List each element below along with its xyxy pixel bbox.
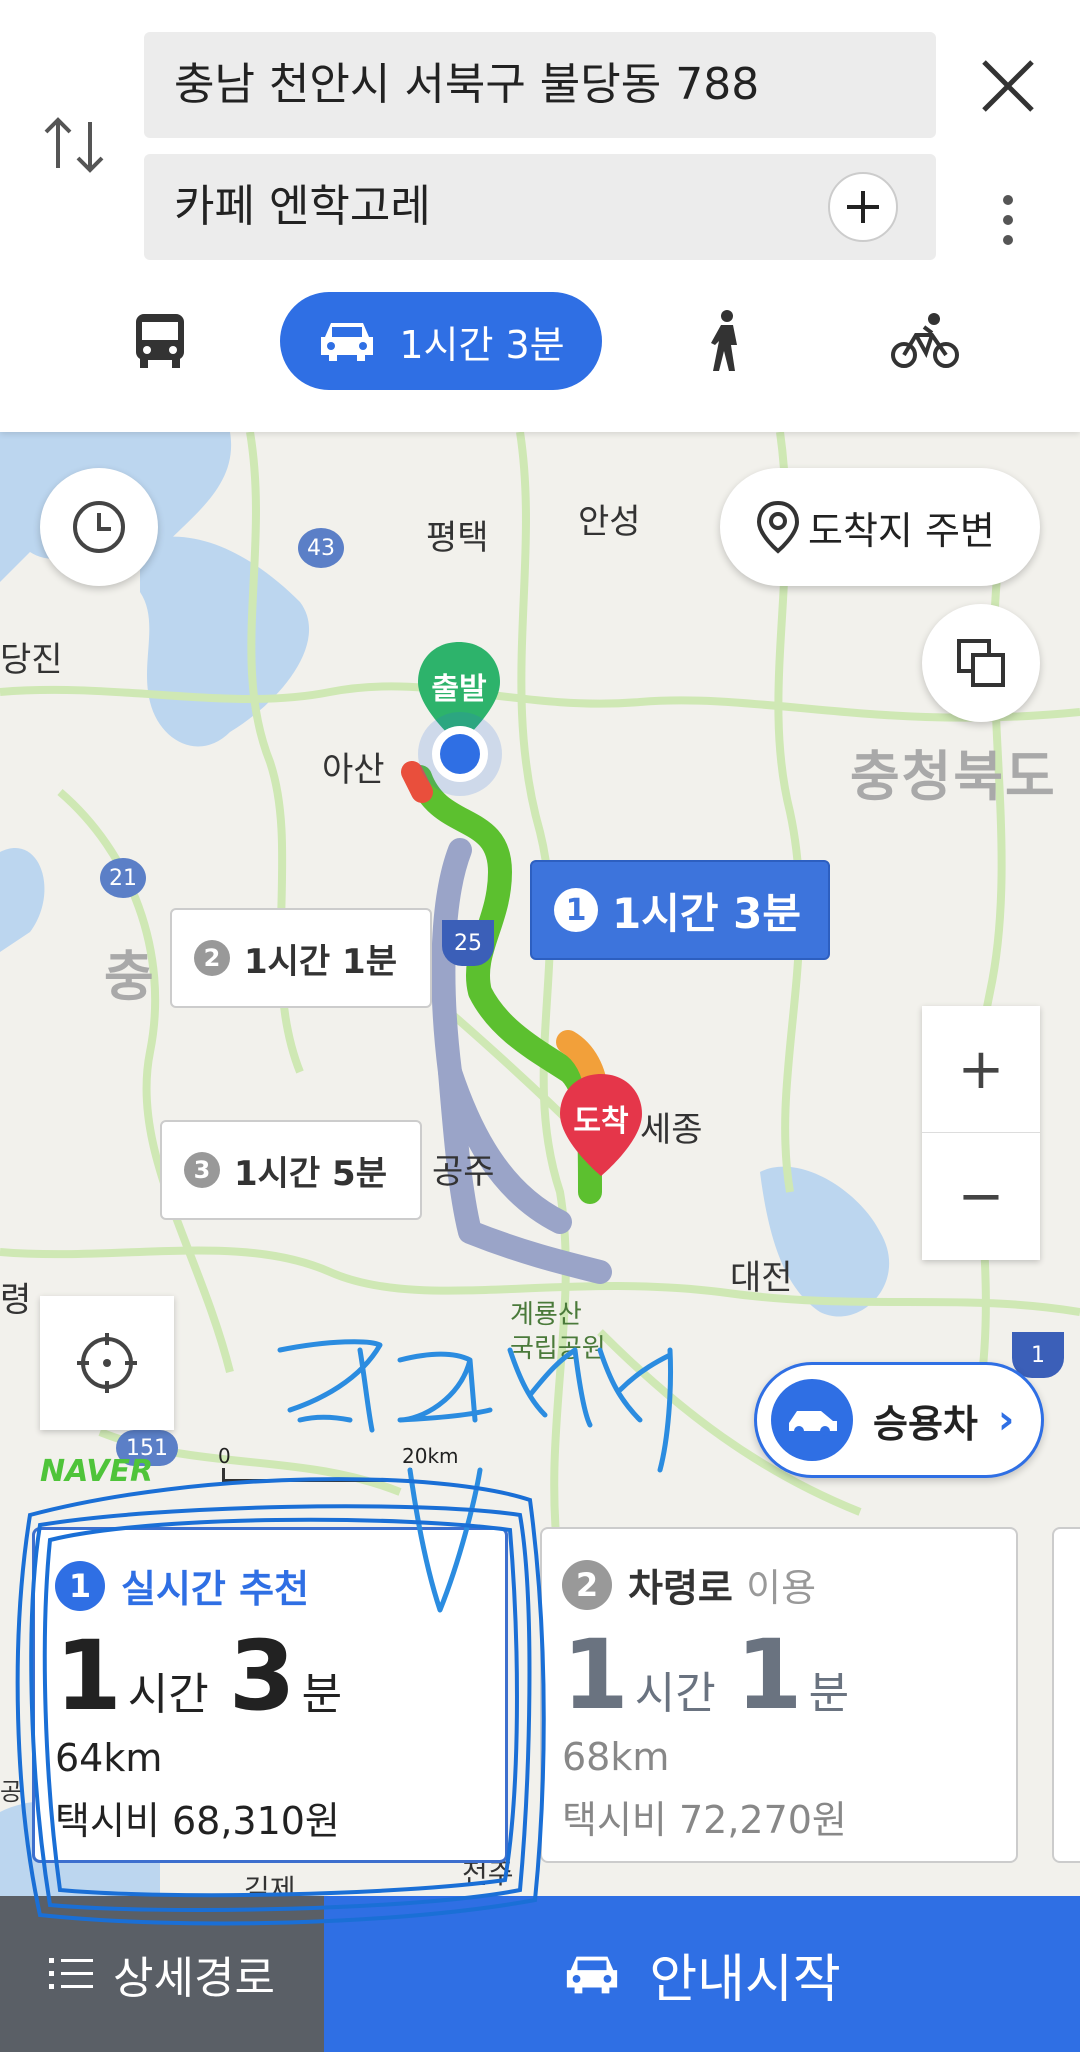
clock-icon (73, 501, 125, 553)
vehicle-type-button[interactable]: 승용차 › (754, 1362, 1044, 1478)
swap-icon[interactable] (40, 110, 110, 180)
route-bubble-3-time: 1시간 5분 (234, 1153, 387, 1194)
route-card-1[interactable]: 1 실시간 추천 1 시간 3 분 64km 택시비 68,310원 (32, 1527, 508, 1863)
history-button[interactable] (40, 468, 158, 586)
bus-icon (136, 314, 184, 368)
place-gong: 공 (0, 1778, 23, 1806)
route-card-1-min-unit: 분 (301, 1669, 343, 1720)
route-bubble-1-num: 1 (554, 888, 598, 932)
vehicle-type-label: 승용차 (873, 1401, 978, 1446)
end-pin-label: 도착 (573, 1104, 629, 1139)
detail-route-button[interactable]: 상세경로 (0, 1896, 324, 2052)
route-card-1-fare: 택시비 68,310원 (55, 1799, 340, 1843)
route-bubble-1-time: 1시간 3분 (612, 888, 801, 938)
around-destination-label: 도착지 주변 (808, 508, 995, 553)
road-shield-1: 1 (1012, 1332, 1064, 1378)
start-pin-label: 출발 (431, 672, 487, 707)
route-bubble-2-time: 1시간 1분 (244, 941, 397, 982)
layers-button[interactable] (922, 604, 1040, 722)
route-card-1-num: 1 (55, 1560, 105, 1611)
origin-field[interactable]: 충남 천안시 서북구 불당동 788 (144, 32, 936, 138)
route-card-2-title-suffix: 이용 (746, 1566, 817, 1610)
route-card-2-num: 2 (562, 1559, 612, 1610)
layers-icon (957, 639, 1005, 687)
naver-logo: NAVER (40, 1454, 154, 1489)
route-card-2-hours: 1 (562, 1619, 629, 1731)
map-scale: 0 20km (218, 1444, 459, 1488)
route-card-2-title: 차령로 (628, 1566, 733, 1610)
bike-icon (891, 313, 959, 368)
more-options-icon[interactable] (990, 190, 1026, 250)
crosshair-icon (77, 1333, 137, 1393)
place-anseong: 안성 (578, 502, 641, 542)
place-national-park: 국립공원 (510, 1334, 606, 1364)
route-search-header: 충남 천안시 서북구 불당동 788 카페 엔학고레 1시간 3분 (0, 0, 1080, 432)
detail-route-label: 상세경로 (113, 1953, 275, 2004)
around-destination-button[interactable]: 도착지 주변 (720, 468, 1040, 586)
route-bubble-2[interactable]: 2 1시간 1분 (170, 908, 432, 1008)
route-card-2-distance: 68km (562, 1735, 670, 1779)
road-shield-21: 21 (100, 858, 146, 898)
route-bubble-3[interactable]: 3 1시간 5분 (160, 1120, 422, 1220)
list-icon (49, 1958, 94, 1989)
road-shield-43: 43 (298, 528, 344, 568)
zoom-out-button[interactable]: − (922, 1133, 1040, 1260)
bottom-action-bar: 상세경로 안내시작 (0, 1896, 1080, 2052)
route-card-2-min-unit: 분 (808, 1668, 850, 1719)
route-card-1-title: 실시간 추천 (121, 1567, 310, 1611)
route-card-1-hours: 1 (55, 1620, 122, 1732)
route-card-1-hour-unit: 시간 (127, 1669, 209, 1720)
chevron-right-icon: › (997, 1397, 1015, 1443)
car-duration: 1시간 3분 (399, 322, 565, 367)
route-bubble-3-num: 3 (184, 1152, 220, 1188)
route-card-2-mins: 1 (735, 1619, 803, 1731)
place-asan: 아산 (322, 750, 385, 790)
place-daejeon: 대전 (730, 1258, 793, 1298)
place-gongju: 공주 (432, 1152, 495, 1192)
mode-car-button[interactable]: 1시간 3분 (280, 292, 602, 390)
scale-distance: 20km (402, 1444, 459, 1468)
mode-walk-button[interactable] (680, 292, 770, 390)
my-location-button[interactable] (40, 1296, 174, 1430)
close-icon[interactable] (970, 48, 1046, 124)
route-card-3[interactable] (1052, 1527, 1080, 1863)
start-navigation-label: 안내시작 (649, 1949, 841, 2010)
add-waypoint-icon[interactable] (828, 172, 898, 242)
route-bubble-2-num: 2 (194, 940, 230, 976)
zoom-control: + − (922, 1006, 1040, 1260)
route-card-2-fare: 택시비 72,270원 (562, 1798, 847, 1842)
car-icon (321, 323, 374, 361)
mode-bike-button[interactable] (880, 292, 970, 390)
destination-text: 카페 엔학고레 (174, 181, 431, 232)
route-card-2-hour-unit: 시간 (634, 1668, 716, 1719)
zoom-in-button[interactable]: + (922, 1006, 1040, 1133)
place-chungnam: 충 (104, 945, 156, 1008)
scale-zero: 0 (218, 1444, 231, 1468)
start-navigation-button[interactable]: 안내시작 (324, 1896, 1080, 2052)
place-sejong: 세종 (640, 1110, 703, 1150)
walk-icon (711, 310, 737, 371)
route-card-1-mins: 3 (228, 1620, 296, 1732)
vehicle-car-icon (771, 1379, 853, 1461)
road-shield-25: 25 (442, 920, 494, 966)
route-card-1-distance: 64km (55, 1736, 163, 1780)
place-gimje: 김제 (244, 1873, 296, 1896)
current-location-icon (432, 726, 488, 782)
destination-field[interactable]: 카페 엔학고레 (144, 154, 936, 260)
place-pyeongtaek: 평택 (426, 518, 489, 558)
car-icon (567, 1956, 618, 1994)
route-bubble-1[interactable]: 1 1시간 3분 (530, 860, 830, 960)
route-card-2[interactable]: 2 차령로 이용 1 시간 1 분 68km 택시비 72,270원 (540, 1527, 1018, 1863)
location-pin-icon (756, 500, 800, 554)
mode-bus-button[interactable] (110, 292, 210, 390)
place-chungbuk: 충청북도 (850, 745, 1057, 808)
place-dangjin: 당진 (0, 640, 63, 680)
place-ryeong: 령 (0, 1280, 32, 1320)
end-pin[interactable]: 도착 (556, 1072, 646, 1182)
place-gyeryongsan: 계룡산 (510, 1300, 582, 1330)
